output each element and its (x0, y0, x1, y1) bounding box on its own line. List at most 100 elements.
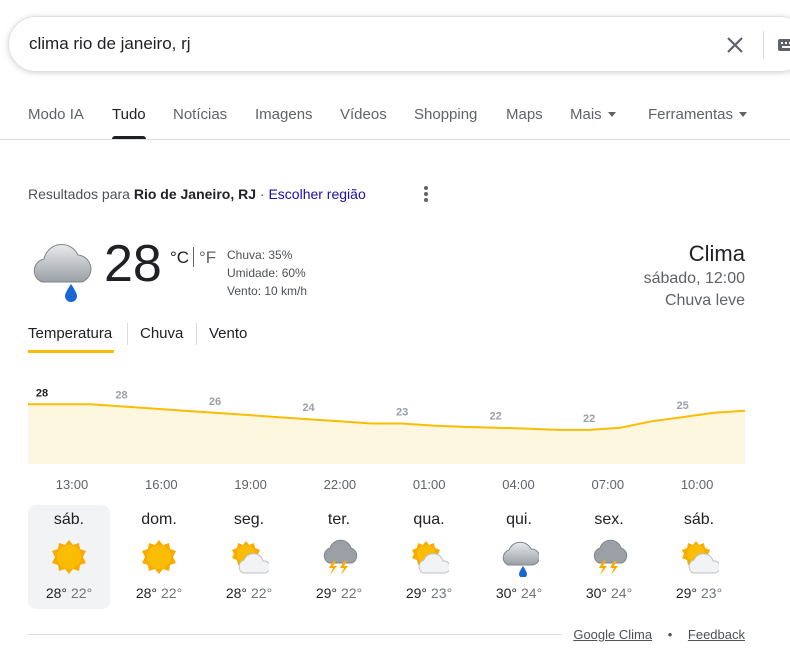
hour-tick-label: 10:00 (681, 477, 714, 490)
thunderstorm-icon (319, 537, 359, 577)
hour-tick-label: 16:00 (145, 477, 178, 490)
subtab-temperatura[interactable]: Temperatura (28, 325, 112, 342)
day-high: 29° (675, 585, 697, 601)
subtab-vento[interactable]: Vento (209, 325, 247, 342)
partly-cloudy-icon (229, 537, 271, 577)
current-temperature: 28 (104, 235, 162, 293)
hour-tick-label: 13:00 (56, 477, 89, 490)
tab-shopping[interactable]: Shopping (414, 106, 477, 123)
caret-down-icon (607, 111, 616, 117)
subtab-chuva[interactable]: Chuva (140, 325, 183, 342)
day-temps: 29° 23° (658, 585, 740, 601)
day-forecast-item[interactable]: qui. 30° 24° (478, 505, 560, 609)
day-temps: 30° 24° (478, 585, 560, 601)
weather-footer: Google Clima • Feedback (573, 627, 745, 642)
weather-header: Clima sábado, 12:00 Chuva leve (644, 240, 745, 312)
day-temps: 29° 23° (388, 585, 470, 601)
subtab-divider (196, 323, 197, 345)
day-low: 22° (161, 585, 183, 601)
weather-datetime: sábado, 12:00 (643, 270, 745, 287)
day-forecast-item[interactable]: sáb. 28° 22° (28, 505, 110, 609)
hour-tick-label: 19:00 (234, 477, 267, 490)
temperature-value-label: 23 (396, 406, 408, 418)
day-name: ter. (327, 511, 351, 528)
tab-mais[interactable]: Mais (570, 106, 616, 123)
hour-tick-label: 22:00 (324, 477, 357, 490)
unit-fahrenheit-toggle[interactable]: °F (199, 248, 216, 268)
day-forecast-item[interactable]: qua. 29° 23° (388, 505, 470, 609)
more-options-button[interactable] (420, 184, 432, 204)
day-name: dom. (141, 511, 177, 528)
day-temps: 28° 22° (28, 585, 110, 601)
humidity-detail: Umidade: 60% (227, 266, 306, 280)
active-subtab-indicator (28, 350, 114, 353)
day-low: 23° (431, 585, 453, 601)
temperature-value-label: 26 (209, 396, 221, 408)
day-temps: 29° 22° (298, 585, 380, 601)
precipitation-detail: Chuva: 35% (227, 248, 293, 262)
unit-celsius-toggle[interactable]: °C (170, 248, 189, 268)
day-low: 22° (71, 585, 93, 601)
subtab-divider (127, 323, 128, 345)
temperature-value-label: 22 (583, 413, 595, 425)
tab-mais-label: Mais (570, 106, 602, 123)
keyboard-button[interactable] (777, 35, 790, 55)
tab-modo-ia[interactable]: Modo IA (28, 106, 84, 123)
day-name: sáb. (683, 511, 715, 528)
temperature-value-label: 28 (115, 389, 127, 401)
results-for-location: Rio de Janeiro, RJ (133, 186, 256, 202)
day-temps: 30° 24° (568, 585, 650, 601)
tab-noticias[interactable]: Notícias (173, 106, 227, 123)
feedback-link[interactable]: Feedback (688, 627, 745, 642)
day-temps: 28° 22° (208, 585, 290, 601)
tabs-divider (0, 139, 790, 140)
keyboard-icon (778, 39, 790, 51)
day-high: 30° (495, 585, 517, 601)
results-for-prefix: Resultados para (28, 186, 130, 202)
day-high: 29° (405, 585, 427, 601)
day-forecast-item[interactable]: ter. 29° 22° (298, 505, 380, 609)
tab-tudo[interactable]: Tudo (112, 106, 146, 123)
clear-search-button[interactable] (723, 33, 747, 57)
footer-separator: • (667, 627, 673, 642)
tab-imagens[interactable]: Imagens (255, 106, 313, 123)
tab-videos[interactable]: Vídeos (340, 106, 387, 123)
day-forecast-item[interactable]: seg. 28° 22° (208, 505, 290, 609)
more-vert-icon (420, 186, 432, 202)
day-name: seg. (233, 511, 265, 528)
day-high: 28° (135, 585, 157, 601)
day-forecast-item[interactable]: sáb. 29° 23° (658, 505, 740, 609)
partly-cloudy-icon (409, 537, 451, 577)
temperature-chart[interactable]: 28 28 26 24 23 22 22 25 13:00 16:00 19:00 22:00 01:0… (0, 380, 790, 490)
thunderstorm-icon (589, 537, 629, 577)
day-low: 24° (611, 585, 633, 601)
close-icon (727, 37, 743, 53)
unit-separator (193, 247, 194, 267)
results-for-separator: · (259, 186, 265, 202)
day-forecast-item[interactable]: sex. 30° 24° (568, 505, 650, 609)
hour-tick-label: 07:00 (592, 477, 625, 490)
weather-details: Chuva: 35% Umidade: 60% Vento: 10 km/h (227, 246, 307, 300)
tab-ferramentas[interactable]: Ferramentas (648, 106, 748, 123)
tab-maps[interactable]: Maps (506, 106, 543, 123)
day-high: 28° (225, 585, 247, 601)
weather-title: Clima (688, 241, 745, 266)
day-low: 23° (701, 585, 723, 601)
weather-condition: Chuva leve (664, 292, 745, 309)
google-clima-link[interactable]: Google Clima (573, 627, 652, 642)
day-high: 28° (45, 585, 67, 601)
day-name: qua. (413, 511, 445, 528)
change-region-link[interactable]: Escolher região (268, 186, 365, 202)
day-low: 24° (521, 585, 543, 601)
day-forecast-item[interactable]: dom. 28° 22° (118, 505, 200, 609)
temperature-area (28, 404, 745, 464)
search-bar[interactable]: clima rio de janeiro, rj (8, 16, 790, 72)
day-name: sex. (594, 511, 624, 528)
caret-down-icon (739, 111, 748, 117)
partly-cloudy-icon (679, 537, 721, 577)
search-input[interactable]: clima rio de janeiro, rj (29, 34, 191, 54)
day-low: 22° (341, 585, 363, 601)
day-name: sáb. (53, 511, 85, 528)
sun-icon (139, 537, 179, 577)
hour-tick-label: 04:00 (502, 477, 535, 490)
